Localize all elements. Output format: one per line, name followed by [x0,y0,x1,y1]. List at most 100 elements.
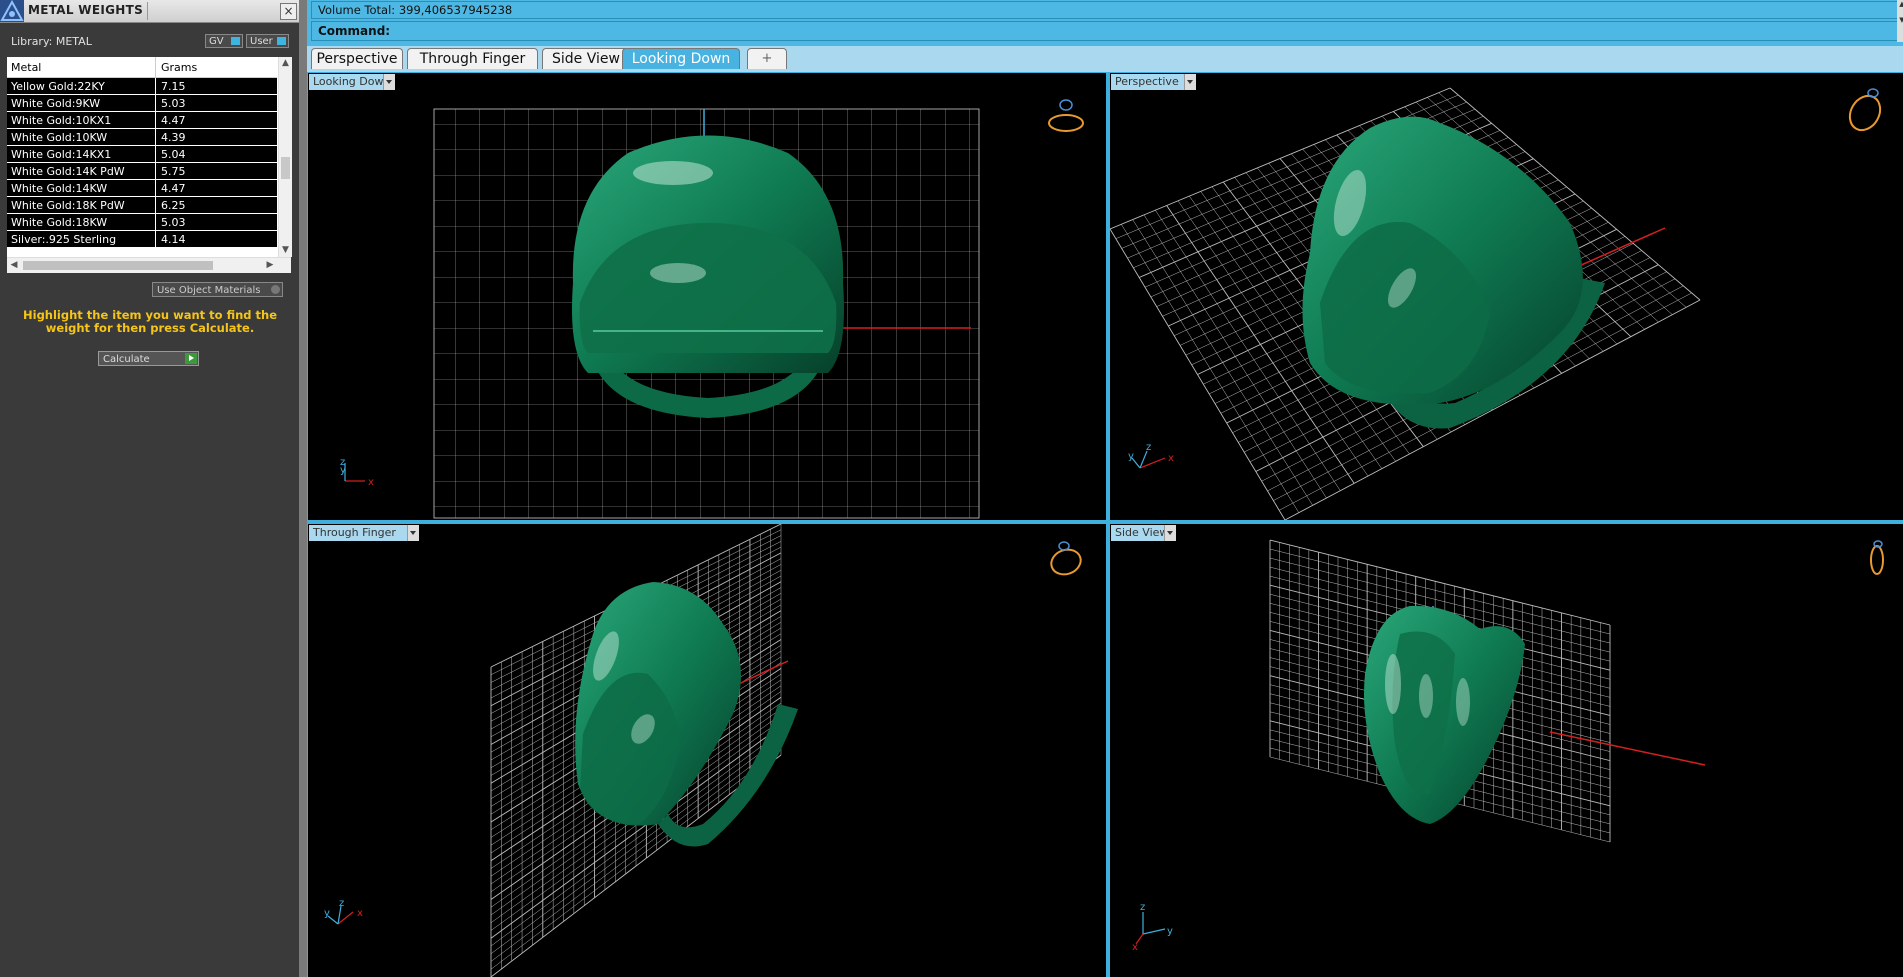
table-row[interactable]: White Gold:14KX1 5.04 [7,146,277,163]
viewport-label[interactable]: Looking Down [309,74,395,90]
column-header-grams[interactable]: Grams [161,61,197,74]
calculate-button[interactable]: Calculate [98,351,199,366]
viewport-label[interactable]: Perspective [1111,74,1196,90]
metal-cell: White Gold:14KW [11,182,108,195]
close-icon[interactable]: × [280,3,297,20]
cell-divider [155,95,156,111]
viewport-canvas: z y x [324,524,1084,977]
metal-weights-panel: METAL WEIGHTS × Library: METAL GV User M… [0,0,299,977]
viewport-label[interactable]: Side View [1111,525,1176,541]
hint-text: Highlight the item you want to find the … [23,308,277,335]
library-label: Library: METAL [11,35,92,48]
axis-x-label: x [1168,453,1174,464]
chevron-down-icon[interactable] [383,74,395,90]
panel-header: METAL WEIGHTS × [0,0,299,23]
gv-toggle-button[interactable]: GV [205,34,243,48]
cell-divider [155,163,156,179]
viewport-through-finger[interactable]: Through Finger z y x [308,524,1106,977]
panel-title: METAL WEIGHTS [28,3,144,17]
axis-x-label: x [1132,942,1138,953]
ring-model[interactable] [1302,116,1606,429]
column-divider[interactable] [155,57,156,77]
ring-model[interactable] [575,582,798,847]
grams-cell: 7.15 [161,80,186,93]
vertical-scrollbar[interactable]: ▲ ▼ [278,57,292,257]
axis-y-label: y [1167,926,1173,937]
chevron-up-icon[interactable]: ▲ [279,57,292,70]
cell-divider [155,231,156,247]
metal-cell: White Gold:18K PdW [11,199,125,212]
tab-through-finger[interactable]: Through Finger [407,48,538,69]
horizontal-scrollbar[interactable]: ◀ ▶ [7,257,291,273]
table-body: Yellow Gold:22KY 7.15 White Gold:9KW 5.03 … [7,78,277,248]
table-row[interactable]: White Gold:14K PdW 5.75 [7,163,277,180]
metal-table[interactable]: Metal Grams Yellow Gold:22KY 7.15 White G… [7,57,292,273]
chevron-down-icon[interactable] [1184,74,1196,90]
table-row[interactable]: White Gold:9KW 5.03 [7,95,277,112]
metal-cell: White Gold:10KX1 [11,114,112,127]
chevron-down-icon[interactable] [407,525,419,541]
axis-z-label: z [339,898,344,909]
grams-cell: 6.25 [161,199,186,212]
viewport-side-view[interactable]: Side View z y x [1110,524,1903,977]
axis-y-label: y [324,908,330,919]
table-row[interactable]: White Gold:18KW 5.03 [7,214,277,231]
metal-cell: Silver:.925 Sterling [11,233,117,246]
tab-perspective[interactable]: Perspective [311,48,403,69]
use-object-materials-button[interactable]: Use Object Materials [152,282,283,297]
viewport-area: Looking Down z y x Perspective z y x Thr… [307,72,1903,977]
viewport-label[interactable]: Through Finger [309,525,419,541]
view-tab-strip: Perspective Through Finger Side View Loo… [307,46,1903,72]
toggle-indicator-icon [277,37,286,45]
scrollbar-thumb[interactable] [281,157,290,179]
axis-z-label: z [1146,442,1151,453]
axis-x-label: x [357,908,363,919]
chevron-down-icon[interactable] [1164,525,1176,541]
user-toggle-button[interactable]: User [246,34,289,48]
cell-divider [155,112,156,128]
table-row[interactable]: Silver:.925 Sterling 4.14 [7,231,277,248]
chevron-left-icon[interactable]: ◀ [7,258,21,273]
column-header-metal[interactable]: Metal [11,61,41,74]
ring-preview-icon[interactable] [1844,88,1886,136]
command-scrollbar[interactable]: ▲ ▼ [1897,0,1903,42]
ring-preview-icon[interactable] [1870,540,1884,575]
viewport-canvas: z y x [1132,539,1884,953]
tab-looking-down[interactable]: Looking Down [622,48,740,69]
ring-preview-icon[interactable] [1048,99,1084,132]
axis-triad: z y x [1132,902,1173,953]
table-row[interactable]: White Gold:14KW 4.47 [7,180,277,197]
chevron-right-icon[interactable]: ▶ [263,258,277,273]
add-tab-button[interactable]: + [747,48,787,69]
grams-cell: 4.47 [161,182,186,195]
panel-splitter[interactable] [299,0,307,977]
chevron-down-icon[interactable]: ▼ [279,244,292,257]
table-row[interactable]: White Gold:10KW 4.39 [7,129,277,146]
metal-cell: White Gold:14KX1 [11,148,112,161]
grams-cell: 5.03 [161,216,186,229]
table-row[interactable]: Yellow Gold:22KY 7.15 [7,78,277,95]
table-row[interactable]: White Gold:10KX1 4.47 [7,112,277,129]
command-input[interactable]: Command: [311,21,1898,41]
ring-preview-icon[interactable] [1048,541,1084,578]
viewport-perspective[interactable]: Perspective z y x [1110,73,1903,520]
table-row[interactable]: White Gold:18K PdW 6.25 [7,197,277,214]
volume-readout: Volume Total: 399,406537945238 [311,1,1898,19]
use-object-materials-label: Use Object Materials [157,285,261,296]
grams-cell: 5.03 [161,97,186,110]
viewport-looking-down[interactable]: Looking Down z y x [308,73,1106,520]
grams-cell: 4.39 [161,131,186,144]
metal-cell: White Gold:9KW [11,97,101,110]
header-divider [147,2,148,20]
grams-cell: 4.14 [161,233,186,246]
axis-y-label: y [1128,451,1134,462]
cell-divider [155,129,156,145]
cell-divider [155,180,156,196]
ring-model[interactable] [1364,605,1525,824]
tab-side-view[interactable]: Side View [542,48,630,69]
viewport-canvas: z y x [340,99,1084,519]
play-icon [185,353,197,364]
scrollbar-thumb[interactable] [23,261,213,270]
axis-x-label: x [368,477,374,488]
viewport-label-text: Perspective [1115,75,1179,88]
